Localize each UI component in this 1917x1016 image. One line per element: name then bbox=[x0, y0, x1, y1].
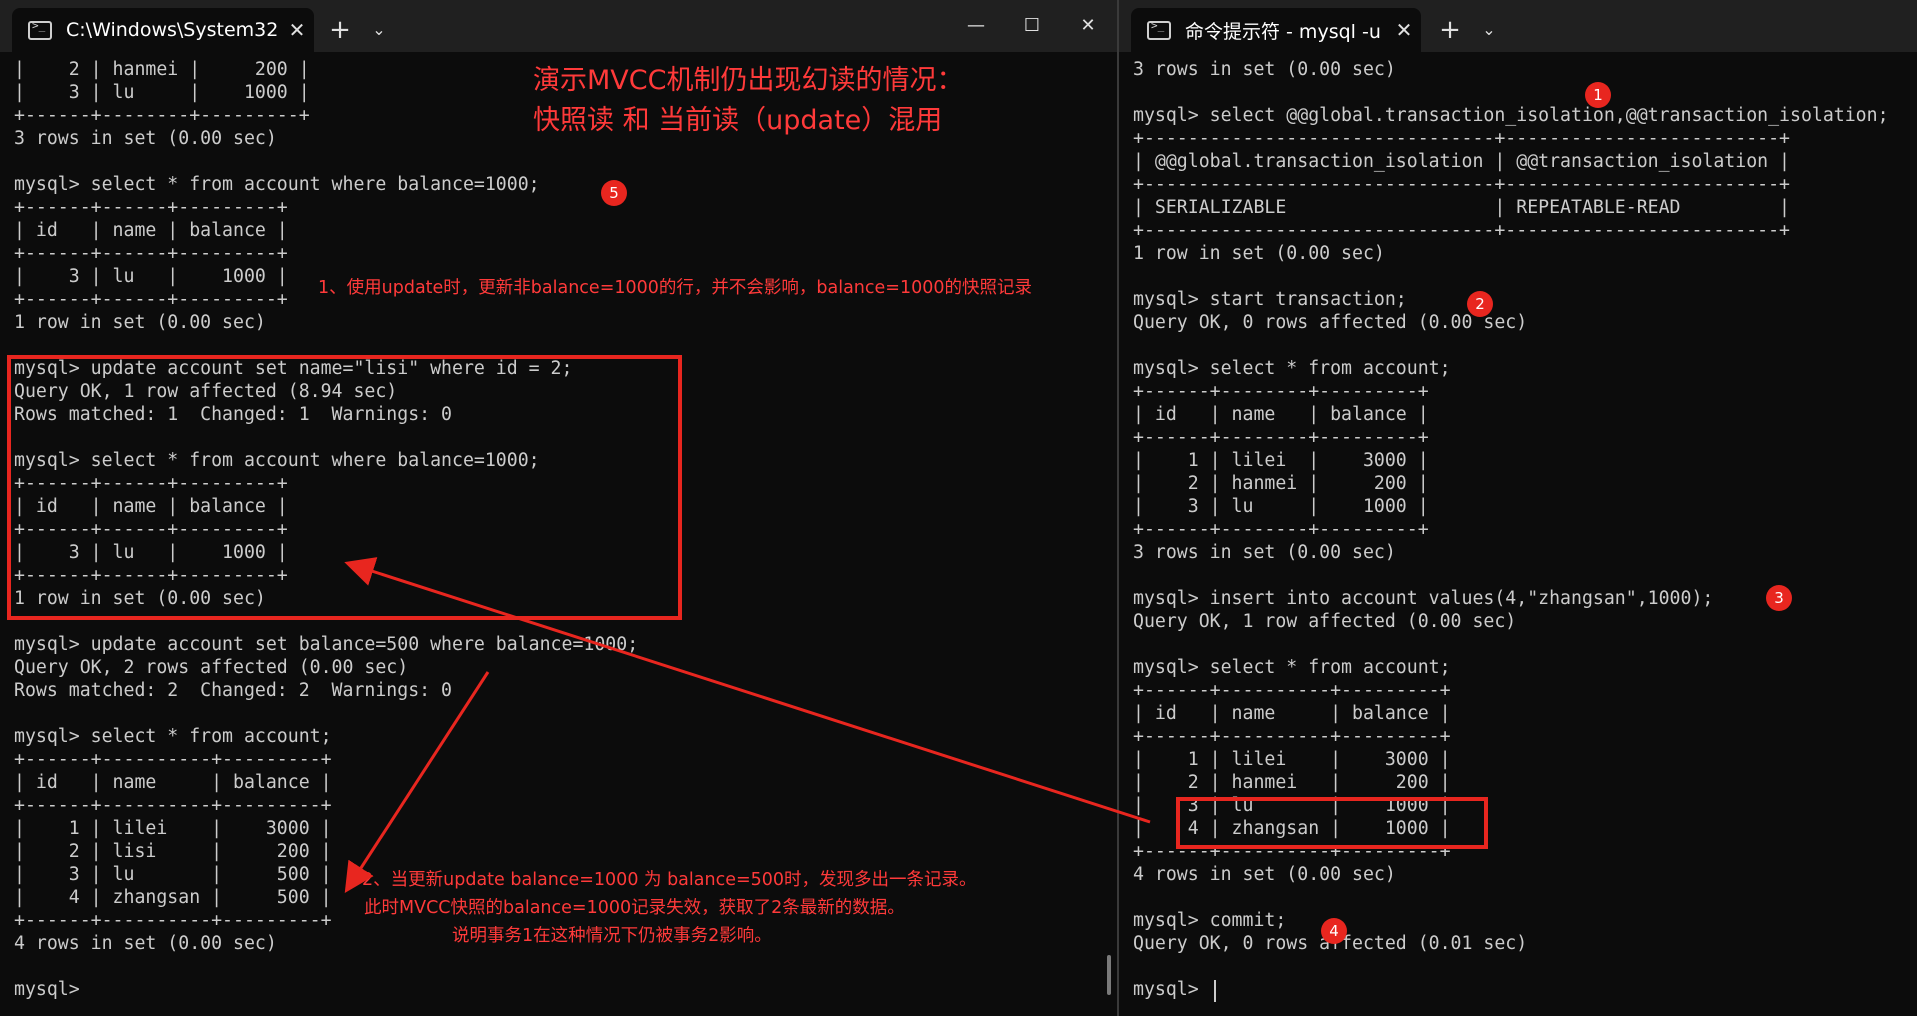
arrow-to-snapshot bbox=[344, 557, 1151, 824]
annotation-arrows bbox=[344, 557, 1151, 894]
arrow-to-updated-rows bbox=[344, 671, 490, 894]
